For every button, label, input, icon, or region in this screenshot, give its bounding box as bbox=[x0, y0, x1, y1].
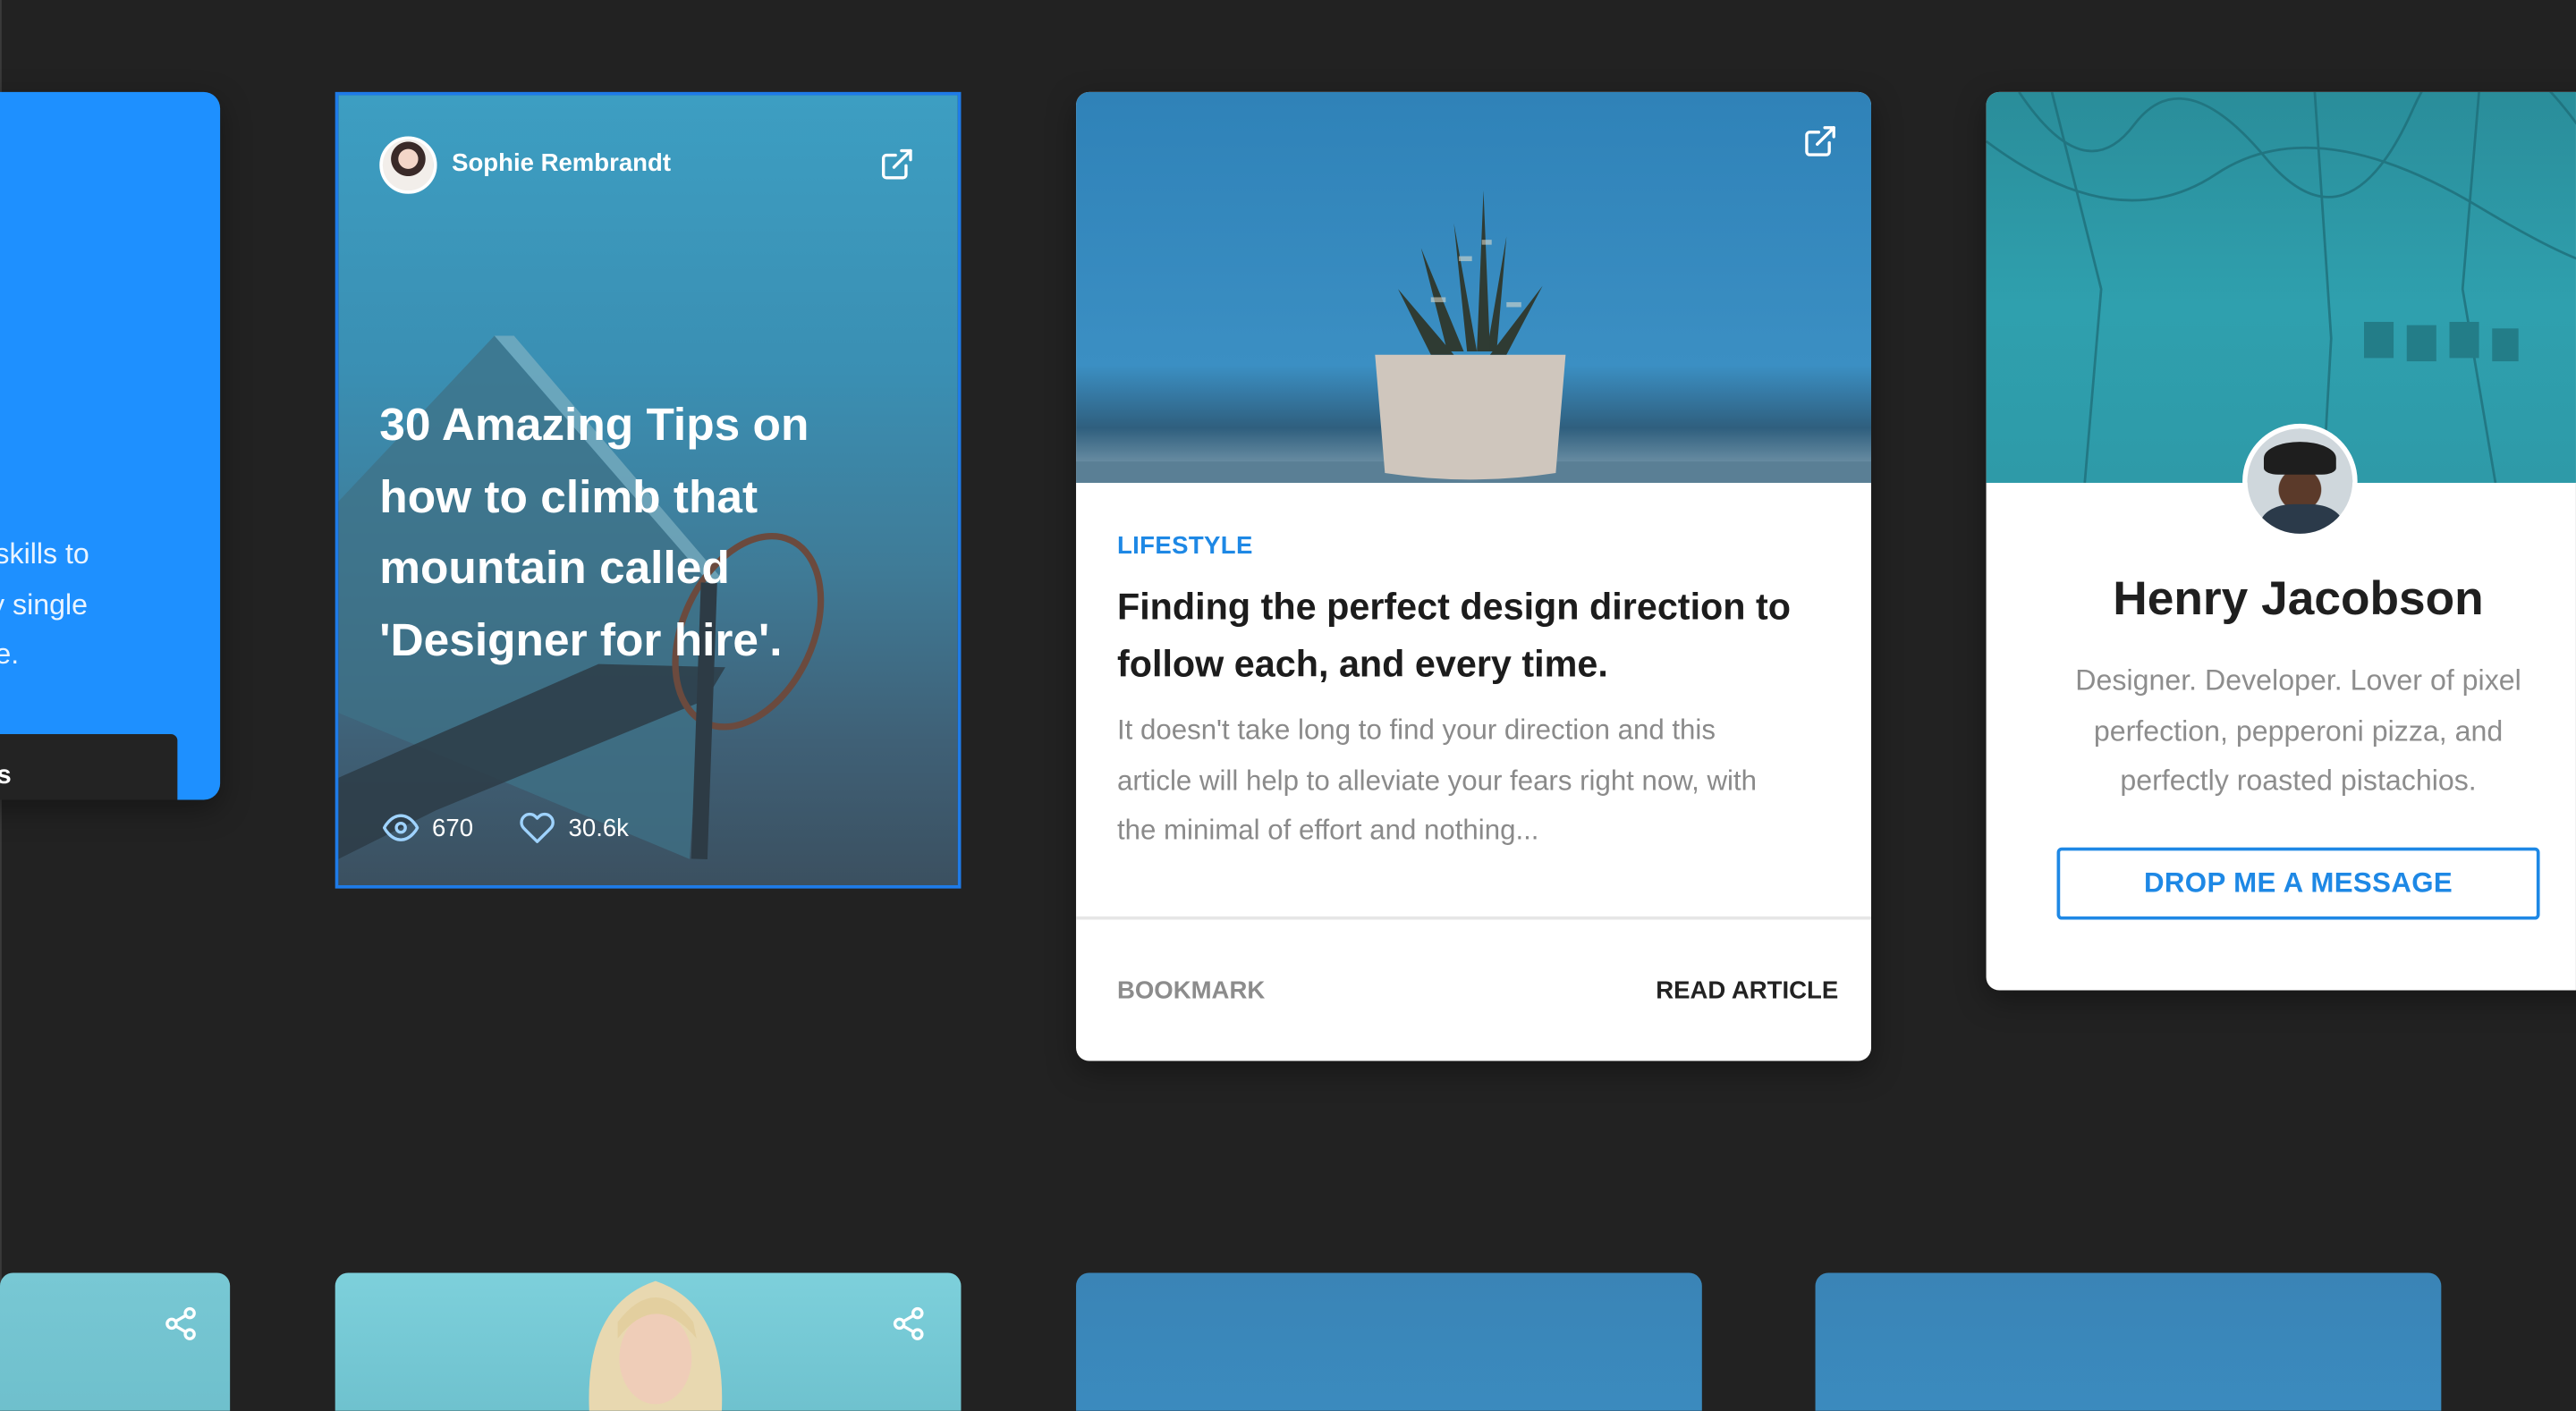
title-line: follow each, and every time. bbox=[1116, 643, 1608, 685]
external-link-icon[interactable] bbox=[879, 146, 915, 182]
card-gallery: do sign skills to every single omise. s … bbox=[0, 0, 2576, 1411]
excerpt-line: article will help to alleviate your fear… bbox=[1116, 764, 1757, 796]
avatar-hat bbox=[2263, 442, 2336, 475]
author-name[interactable]: Sophie Rembrandt bbox=[452, 149, 671, 177]
cover-image bbox=[1986, 91, 2576, 483]
bio-line: perfection, pepperoni pizza, and bbox=[2093, 714, 2504, 747]
likes-stat[interactable]: 30.6k bbox=[519, 809, 629, 845]
cover-wall-illustration bbox=[1986, 91, 2576, 483]
views-stat: 670 bbox=[382, 809, 474, 845]
plant-illustration bbox=[1076, 190, 1872, 483]
promo-desc-line: every single bbox=[0, 587, 89, 621]
promo-desc-line: sign skills to bbox=[0, 537, 89, 570]
excerpt-line: the minimal of effort and nothing... bbox=[1116, 815, 1539, 846]
bottom-card[interactable] bbox=[1076, 1272, 1702, 1411]
bookmark-button[interactable]: BOOKMARK bbox=[1117, 977, 1265, 1005]
excerpt-line: It doesn't take long to find your direct… bbox=[1116, 714, 1716, 746]
views-count: 670 bbox=[432, 814, 474, 842]
bio-line: Designer. Developer. Lover of pixel bbox=[2075, 663, 2521, 697]
article-category[interactable]: LIFESTYLE bbox=[1117, 532, 1253, 560]
profile-bio: Designer. Developer. Lover of pixel perf… bbox=[1987, 655, 2576, 806]
promo-card: do sign skills to every single omise. s bbox=[0, 91, 221, 800]
article-card: LIFESTYLE Finding the perfect design dir… bbox=[1076, 91, 1872, 1061]
article-stats: 670 30.6k bbox=[382, 809, 674, 845]
title-line: Finding the perfect design direction to bbox=[1116, 586, 1792, 628]
external-link-icon[interactable] bbox=[1802, 123, 1838, 159]
headline-line: how to climb that bbox=[379, 470, 758, 522]
headline-line: mountain called bbox=[379, 542, 730, 594]
avatar-body bbox=[2260, 503, 2343, 534]
likes-count: 30.6k bbox=[568, 814, 629, 842]
article-title[interactable]: Finding the perfect design direction to … bbox=[1117, 579, 1840, 694]
share-icon[interactable] bbox=[163, 1305, 199, 1341]
profile-avatar[interactable] bbox=[2242, 423, 2358, 539]
headline-line: 30 Amazing Tips on bbox=[379, 399, 809, 451]
plant-image bbox=[1076, 91, 1872, 483]
profile-name: Henry Jacobson bbox=[2113, 573, 2484, 626]
author-avatar[interactable] bbox=[379, 136, 437, 194]
headline-line: 'Designer for hire'. bbox=[379, 613, 783, 664]
promo-description: sign skills to every single omise. bbox=[0, 528, 220, 679]
card-divider bbox=[1076, 916, 1872, 920]
profile-card: Henry Jacobson Designer. Developer. Love… bbox=[1986, 91, 2576, 991]
promo-desc-line: omise. bbox=[0, 637, 20, 671]
bottom-card[interactable] bbox=[1815, 1272, 2442, 1411]
promo-button[interactable]: s bbox=[0, 734, 178, 800]
bottom-card[interactable] bbox=[0, 1272, 231, 1411]
message-button[interactable]: DROP ME A MESSAGE bbox=[2056, 847, 2540, 920]
article-excerpt: It doesn't take long to find your direct… bbox=[1117, 706, 1840, 857]
bottom-card[interactable] bbox=[335, 1272, 962, 1411]
eye-icon bbox=[382, 814, 419, 841]
share-icon[interactable] bbox=[890, 1305, 926, 1341]
bio-line: perfectly roasted pistachios. bbox=[2120, 764, 2477, 797]
heart-icon[interactable] bbox=[519, 809, 555, 845]
article-headline[interactable]: 30 Amazing Tips on how to climb that mou… bbox=[379, 389, 872, 675]
read-article-button[interactable]: READ ARTICLE bbox=[1656, 977, 1838, 1005]
portrait-image bbox=[589, 1280, 723, 1411]
photo-article-card[interactable]: Sophie Rembrandt 30 Amazing Tips on how … bbox=[335, 91, 962, 889]
